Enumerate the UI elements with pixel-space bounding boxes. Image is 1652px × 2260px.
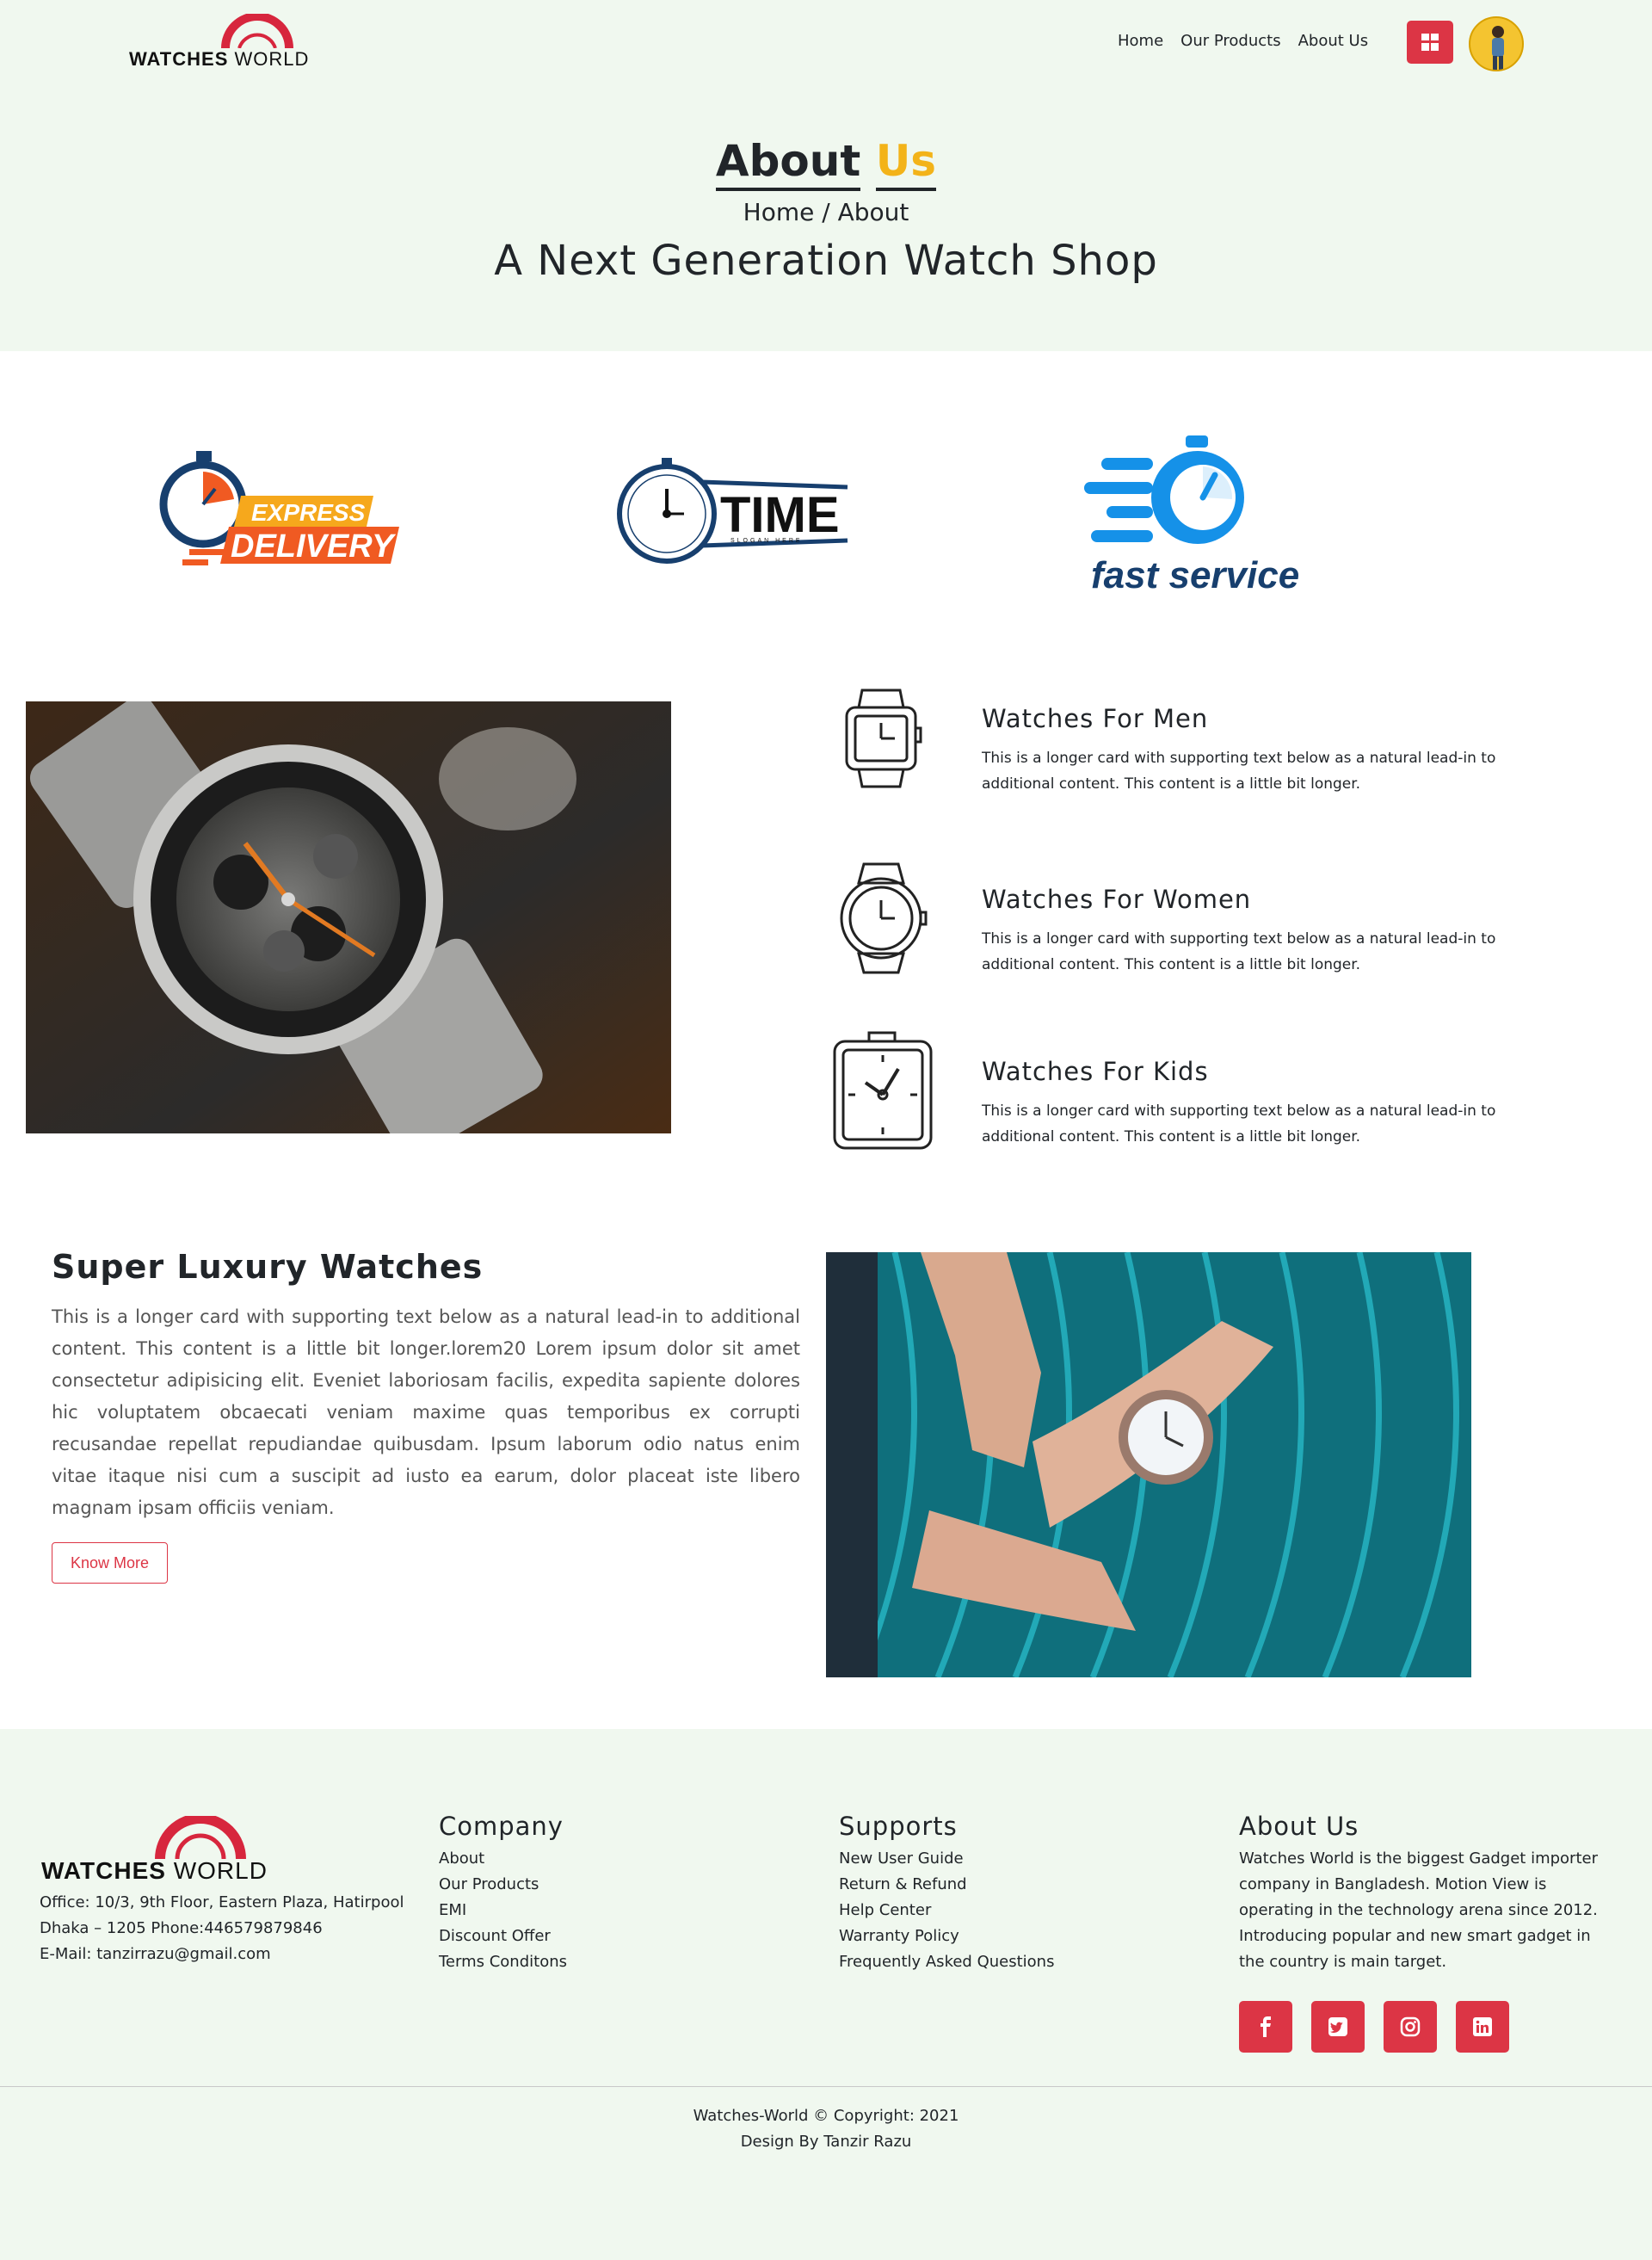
- svg-text:fast service: fast service: [1091, 554, 1299, 596]
- footer-about: About Us Watches World is the biggest Ga…: [1239, 1812, 1609, 1975]
- user-avatar[interactable]: [1469, 16, 1524, 71]
- footer-about-title: About Us: [1239, 1812, 1359, 1841]
- kids-watch-icon: [833, 1031, 933, 1150]
- feature-title: Watches For Kids: [982, 1057, 1209, 1086]
- hero-section: About Us Home / About A Next Generation …: [0, 86, 1652, 351]
- feature-kids: Watches For Kids This is a longer card w…: [826, 1031, 1549, 1152]
- feature-title: Watches For Women: [982, 885, 1252, 914]
- page-title: About Us: [0, 136, 1652, 191]
- navbar: WATCHES WORLD Home Our Products About Us: [0, 0, 1652, 86]
- svg-text:EXPRESS: EXPRESS: [251, 499, 366, 526]
- facebook-icon: [1261, 2016, 1271, 2037]
- footer-company-title: Company: [439, 1812, 564, 1841]
- designer-credit: Design By Tanzir Razu: [740, 2133, 912, 2151]
- footer-link[interactable]: About: [439, 1846, 567, 1872]
- svg-text:DELIVERY: DELIVERY: [231, 528, 397, 565]
- person-icon: [1492, 26, 1504, 70]
- copyright: Watches-World © Copyright: 2021: [693, 2107, 959, 2125]
- social-links: [1239, 2001, 1509, 2053]
- nav-link-products[interactable]: Our Products: [1180, 32, 1280, 50]
- twitter-button[interactable]: [1311, 2001, 1365, 2053]
- time-logo: TIME SLOGAN HERE: [615, 456, 856, 572]
- footer-company: Company About Our Products EMI Discount …: [439, 1812, 567, 1975]
- footer-about-text: Watches World is the biggest Gadget impo…: [1239, 1849, 1598, 1971]
- footer-link[interactable]: Warranty Policy: [839, 1923, 1054, 1949]
- address-text: Office: 10/3, 9th Floor, Eastern Plaza, …: [40, 1893, 404, 1937]
- feature-title: Watches For Men: [982, 704, 1209, 733]
- grid-icon: [1421, 34, 1439, 51]
- footer-link[interactable]: EMI: [439, 1898, 567, 1923]
- footer-link[interactable]: Frequently Asked Questions: [839, 1949, 1054, 1975]
- feature-men: Watches For Men This is a longer card wi…: [826, 678, 1549, 799]
- footer-link[interactable]: Discount Offer: [439, 1923, 567, 1949]
- svg-text:SLOGAN HERE: SLOGAN HERE: [730, 538, 803, 544]
- nav-link-about[interactable]: About Us: [1298, 32, 1369, 50]
- footer-logo[interactable]: WATCHES WORLD: [41, 1816, 268, 1885]
- footer-address: Office: 10/3, 9th Floor, Eastern Plaza, …: [40, 1890, 410, 1967]
- luxury-title: Super Luxury Watches: [52, 1248, 484, 1286]
- breadcrumb: Home / About: [743, 198, 909, 226]
- instagram-button[interactable]: [1384, 2001, 1437, 2053]
- footer-supports-title: Supports: [839, 1812, 958, 1841]
- logo-text: WATCHES WORLD: [41, 1857, 268, 1884]
- email-text: E-Mail: tanzirrazu@gmail.com: [40, 1945, 271, 1963]
- nav-link-home[interactable]: Home: [1118, 32, 1163, 50]
- footer: WATCHES WORLD: [0, 1729, 1652, 2260]
- svg-text:TIME: TIME: [720, 487, 840, 543]
- footer-link[interactable]: New User Guide: [839, 1846, 1054, 1872]
- footer-link[interactable]: Help Center: [839, 1898, 1054, 1923]
- footer-supports: Supports New User Guide Return & Refund …: [839, 1812, 1054, 1975]
- footer-link[interactable]: Our Products: [439, 1872, 567, 1898]
- facebook-button[interactable]: [1239, 2001, 1292, 2053]
- hero-subtitle: A Next Generation Watch Shop: [494, 237, 1158, 285]
- dashboard-button[interactable]: [1407, 21, 1453, 64]
- wrist-watch-image: [826, 1252, 1471, 1677]
- logo-arc-icon: [221, 14, 293, 48]
- linkedin-button[interactable]: [1456, 2001, 1509, 2053]
- site-logo[interactable]: WATCHES WORLD: [129, 14, 310, 71]
- luxury-text: This is a longer card with supporting te…: [52, 1306, 800, 1518]
- nav-links: Home Our Products About Us: [1118, 32, 1368, 50]
- instagram-icon: [1400, 2016, 1421, 2037]
- linkedin-icon: [1473, 2017, 1492, 2036]
- twitter-icon: [1328, 2017, 1347, 2036]
- feature-text: This is a longer card with supporting te…: [982, 750, 1496, 793]
- feature-women: Watches For Women This is a longer card …: [826, 859, 1549, 979]
- logo-arc-icon: [155, 1816, 246, 1859]
- logo-text: WATCHES WORLD: [129, 48, 310, 70]
- know-more-button[interactable]: Know More: [52, 1542, 168, 1584]
- feature-text: This is a longer card with supporting te…: [982, 1102, 1496, 1145]
- fast-service-logo: fast service: [1084, 430, 1299, 602]
- luxury-watch-image: [26, 701, 671, 1133]
- express-delivery-logo: EXPRESS DELIVERY: [155, 448, 404, 577]
- footer-link[interactable]: Terms Conditons: [439, 1949, 567, 1975]
- square-watch-icon: [845, 688, 922, 788]
- footer-link[interactable]: Return & Refund: [839, 1872, 1054, 1898]
- footer-divider: [0, 2086, 1652, 2087]
- round-watch-icon: [840, 862, 928, 974]
- feature-text: This is a longer card with supporting te…: [982, 930, 1496, 973]
